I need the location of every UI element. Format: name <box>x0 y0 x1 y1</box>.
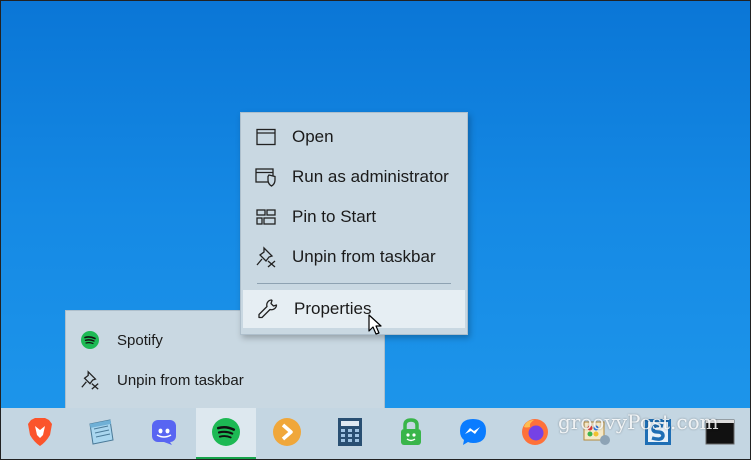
calculator-icon <box>337 417 363 452</box>
jump-item-label: Spotify <box>117 331 163 349</box>
plex-icon <box>272 417 302 452</box>
menu-item-properties[interactable]: Properties <box>243 290 465 328</box>
window-icon <box>255 126 277 148</box>
menu-separator <box>257 283 451 284</box>
wrench-icon <box>257 298 279 320</box>
menu-item-open[interactable]: Open <box>241 118 467 156</box>
taskbar-calculator[interactable] <box>320 408 380 460</box>
taskbar-messenger[interactable] <box>443 408 503 460</box>
taskbar-plex[interactable] <box>257 408 317 460</box>
taskbar-firefox[interactable] <box>505 408 565 460</box>
shield-icon <box>255 166 277 188</box>
context-menu: Open Run as administrator Pin to Start U… <box>240 112 468 335</box>
notepad-icon <box>86 418 116 451</box>
messenger-icon <box>458 417 488 452</box>
jump-item-label: Unpin from taskbar <box>117 371 244 389</box>
unpin-icon <box>80 370 100 390</box>
menu-item-label: Unpin from taskbar <box>292 247 436 266</box>
menu-item-label: Pin to Start <box>292 207 377 226</box>
menu-item-label: Properties <box>294 299 372 318</box>
taskbar-notepad[interactable] <box>71 408 131 460</box>
discord-icon <box>150 418 178 451</box>
menu-item-label: Open <box>292 127 334 146</box>
unpin-icon <box>255 246 277 268</box>
spotify-icon <box>80 330 100 350</box>
taskbar-spotify[interactable] <box>196 408 256 460</box>
firefox-icon <box>520 417 550 452</box>
taskbar-vpn[interactable] <box>381 408 441 460</box>
spotify-icon <box>212 417 240 451</box>
jump-item-unpin-taskbar[interactable]: Unpin from taskbar <box>66 361 384 399</box>
menu-item-unpin-taskbar[interactable]: Unpin from taskbar <box>241 238 467 276</box>
tiles-icon <box>255 206 277 228</box>
menu-item-pin-to-start[interactable]: Pin to Start <box>241 198 467 236</box>
menu-item-label: Run as administrator <box>292 167 449 186</box>
menu-item-run-as-admin[interactable]: Run as administrator <box>241 158 467 196</box>
taskbar-brave[interactable] <box>10 408 70 460</box>
brave-icon <box>26 417 54 452</box>
watermark: groovyPost.com <box>558 410 719 434</box>
lock-icon <box>397 417 425 452</box>
mouse-cursor-icon <box>368 314 382 335</box>
taskbar-discord[interactable] <box>134 408 194 460</box>
